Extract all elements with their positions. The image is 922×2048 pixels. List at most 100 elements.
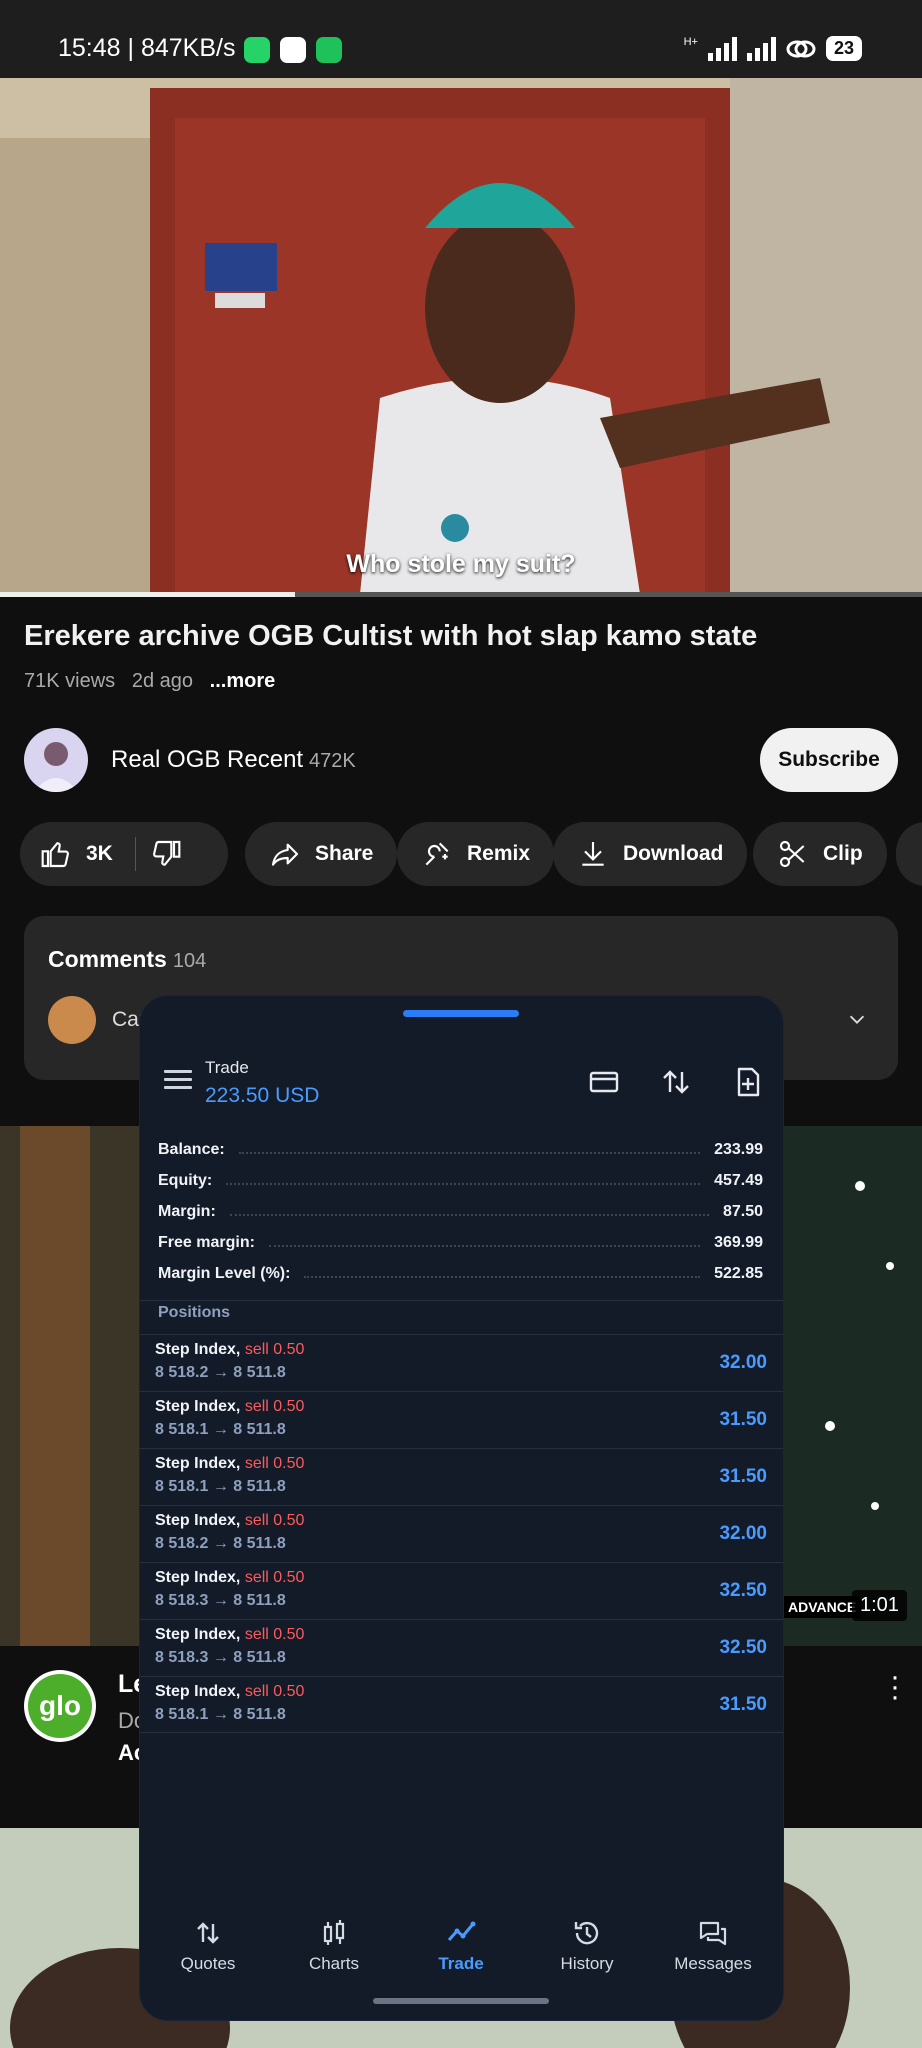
equity-value: 457.49 <box>714 1172 763 1189</box>
comments-label: Comments <box>48 946 167 972</box>
video-player[interactable]: Who stole my suit? <box>0 78 922 594</box>
position-symbol: Step Index, sell 0.50 <box>155 1455 305 1472</box>
position-row[interactable]: Step Index, sell 0.50 8 518.1 → 8 511.8 … <box>140 1676 783 1733</box>
notification-icons <box>244 37 342 63</box>
remix-button[interactable]: Remix <box>397 822 555 886</box>
battery-level: 23 <box>825 36 862 61</box>
video-duration: 1:01 <box>852 1590 907 1621</box>
comments-title: Comments 104 <box>48 946 206 973</box>
link-icon <box>786 40 816 57</box>
drag-handle[interactable] <box>403 1010 519 1017</box>
like-count[interactable]: 3K <box>86 842 113 866</box>
nav-charts[interactable]: Charts <box>274 1918 394 1974</box>
divider <box>140 1300 783 1301</box>
position-row[interactable]: Step Index, sell 0.50 8 518.1 → 8 511.8 … <box>140 1391 783 1448</box>
trade-header-label: Trade <box>205 1058 249 1077</box>
status-indicators: H+ 23 <box>684 36 862 61</box>
more-options-icon[interactable]: · · · <box>890 1662 900 1712</box>
charts-icon <box>323 1920 345 1945</box>
upload-age: 2d ago <box>131 670 193 692</box>
position-profit: 31.50 <box>719 1409 767 1430</box>
free-margin-value: 369.99 <box>714 1234 763 1251</box>
position-row[interactable]: Step Index, sell 0.50 8 518.3 → 8 511.8 … <box>140 1619 783 1676</box>
save-button[interactable] <box>896 822 922 886</box>
position-prices: 8 518.2 → 8 511.8 <box>155 1364 286 1381</box>
margin-label: Margin: <box>158 1203 216 1220</box>
balance-row: Balance: 233.99 <box>158 1138 763 1162</box>
chevron-down-icon[interactable] <box>846 1008 868 1030</box>
margin-level-value: 522.85 <box>714 1265 763 1282</box>
position-profit: 32.00 <box>719 1523 767 1544</box>
video-progress-bar[interactable] <box>0 592 922 597</box>
video-progress-fill <box>0 592 296 597</box>
position-row[interactable]: Step Index, sell 0.50 8 518.2 → 8 511.8 … <box>140 1334 783 1391</box>
trade-header-balance: 223.50 USD <box>205 1084 320 1107</box>
position-side: sell 0.50 <box>244 1398 305 1415</box>
position-row[interactable]: Step Index, sell 0.50 8 518.2 → 8 511.8 … <box>140 1505 783 1562</box>
nav-trade-label: Trade <box>438 1954 484 1973</box>
position-prices: 8 518.3 → 8 511.8 <box>155 1592 286 1609</box>
nav-trade[interactable]: Trade <box>401 1918 521 1974</box>
subscribe-button[interactable]: Subscribe <box>760 728 898 792</box>
home-indicator[interactable] <box>373 1998 549 2004</box>
clip-button[interactable]: Clip <box>753 822 887 886</box>
download-icon <box>582 842 604 866</box>
channel-logo[interactable]: glo <box>24 1670 96 1742</box>
scissors-icon <box>779 840 805 868</box>
position-profit: 31.50 <box>719 1694 767 1715</box>
video-title[interactable]: Erekere archive OGB Cultist with hot sla… <box>24 620 904 653</box>
position-prices: 8 518.1 → 8 511.8 <box>155 1478 286 1495</box>
commenter-avatar <box>48 996 96 1044</box>
position-side: sell 0.50 <box>244 1626 305 1643</box>
video-subtitle: Who stole my suit? <box>346 550 576 578</box>
more-link[interactable]: ...more <box>210 670 276 692</box>
position-profit: 32.50 <box>719 1580 767 1601</box>
position-row[interactable]: Step Index, sell 0.50 8 518.1 → 8 511.8 … <box>140 1448 783 1505</box>
new-order-icon[interactable] <box>732 1066 764 1098</box>
video-meta: 71K views 2d ago ...more <box>24 670 275 693</box>
nav-quotes[interactable]: Quotes <box>148 1918 268 1974</box>
share-button[interactable]: Share <box>245 822 398 886</box>
sort-icon[interactable] <box>660 1066 692 1098</box>
nav-messages[interactable]: Messages <box>653 1918 773 1974</box>
remix-label: Remix <box>467 842 531 865</box>
position-row[interactable]: Step Index, sell 0.50 8 518.3 → 8 511.8 … <box>140 1562 783 1619</box>
network-type-label: H+ <box>683 36 698 48</box>
position-side: sell 0.50 <box>244 1341 305 1358</box>
channel-avatar[interactable] <box>24 728 88 792</box>
deposit-card-icon[interactable] <box>588 1066 620 1098</box>
position-profit: 32.00 <box>719 1352 767 1373</box>
nav-charts-label: Charts <box>308 1954 360 1973</box>
position-symbol: Step Index, sell 0.50 <box>155 1683 305 1700</box>
download-button[interactable]: Download <box>553 822 748 886</box>
chip-divider <box>134 837 136 871</box>
signal-icon <box>707 36 737 61</box>
whatsapp-icon <box>244 37 270 63</box>
nav-messages-label: Messages <box>674 1954 752 1973</box>
messages-app-icon <box>316 37 342 63</box>
margin-level-label: Margin Level (%): <box>158 1265 291 1282</box>
position-symbol: Step Index, sell 0.50 <box>155 1626 305 1643</box>
trade-app-window[interactable]: Trade 223.50 USD Balance: 233.99 Equity: 4… <box>140 996 783 2020</box>
dislike-icon[interactable] <box>150 838 182 870</box>
position-prices: 8 518.1 → 8 511.8 <box>155 1421 286 1438</box>
free-margin-label: Free margin: <box>158 1234 255 1251</box>
play-store-icon <box>280 37 306 63</box>
nav-history[interactable]: History <box>527 1918 647 1974</box>
like-dislike-group: 3K <box>20 822 228 886</box>
menu-icon[interactable] <box>164 1070 192 1090</box>
position-side: sell 0.50 <box>244 1455 305 1472</box>
signal-icon-2 <box>746 36 776 61</box>
position-symbol: Step Index, sell 0.50 <box>155 1512 305 1529</box>
view-count: 71K views <box>24 670 116 692</box>
free-margin-row: Free margin: 369.99 <box>158 1231 763 1255</box>
position-symbol: Step Index, sell 0.50 <box>155 1398 305 1415</box>
subscriber-count: 472K <box>309 750 356 772</box>
margin-level-row: Margin Level (%): 522.85 <box>158 1262 763 1286</box>
nav-history-label: History <box>560 1954 614 1973</box>
position-prices: 8 518.3 → 8 511.8 <box>155 1649 286 1666</box>
channel-name[interactable]: Real OGB Recent <box>111 746 303 774</box>
like-icon[interactable] <box>40 838 72 870</box>
share-icon <box>271 843 299 866</box>
comments-count: 104 <box>172 950 207 972</box>
